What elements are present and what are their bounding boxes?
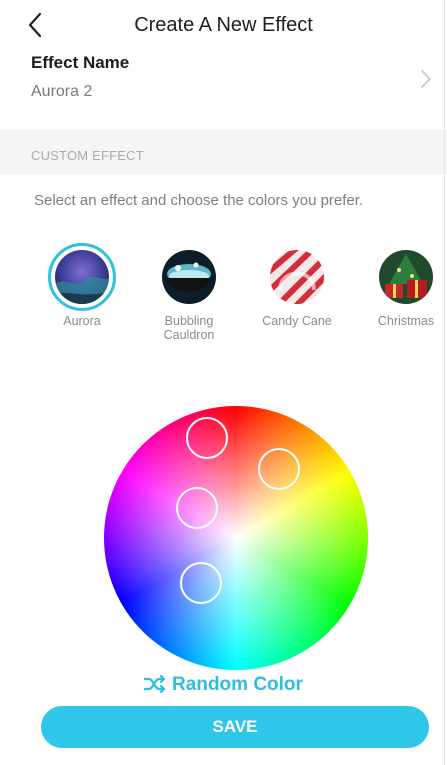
- chevron-right-icon: [418, 68, 434, 90]
- effect-bubbling-cauldron[interactable]: Bubbling Cauldron: [146, 250, 232, 342]
- effect-label: Candy Cane: [262, 314, 332, 328]
- random-color-button[interactable]: Random Color: [0, 674, 447, 696]
- shuffle-icon: [143, 674, 166, 694]
- color-picker-handle[interactable]: [176, 487, 218, 529]
- section-title: CUSTOM EFFECT: [31, 148, 144, 163]
- effect-name-value: Aurora 2: [31, 83, 93, 100]
- instructions-text: Select an effect and choose the colors y…: [34, 192, 364, 209]
- color-wheel-center: [104, 406, 368, 670]
- effect-label: Christmas: [377, 314, 435, 328]
- christmas-thumbnail: [379, 250, 433, 304]
- page-title: Create A New Effect: [134, 14, 313, 36]
- effect-candy-cane[interactable]: Candy Cane: [254, 250, 340, 328]
- bubbling-cauldron-thumbnail: [162, 250, 216, 304]
- random-color-label: Random Color: [172, 674, 303, 695]
- color-picker-handle[interactable]: [258, 448, 300, 490]
- effect-label: Bubbling Cauldron: [163, 314, 215, 342]
- effect-name-label: Effect Name: [31, 53, 130, 72]
- color-picker-handle[interactable]: [186, 417, 228, 459]
- aurora-thumbnail: [55, 250, 109, 304]
- effect-aurora[interactable]: Aurora: [39, 243, 125, 328]
- effect-label: Aurora: [63, 314, 101, 328]
- effect-christmas[interactable]: Christmas: [363, 250, 447, 328]
- candy-cane-thumbnail: [270, 250, 324, 304]
- color-picker-handle[interactable]: [180, 562, 222, 604]
- save-button[interactable]: SAVE: [41, 706, 429, 748]
- edge-divider: [444, 0, 445, 765]
